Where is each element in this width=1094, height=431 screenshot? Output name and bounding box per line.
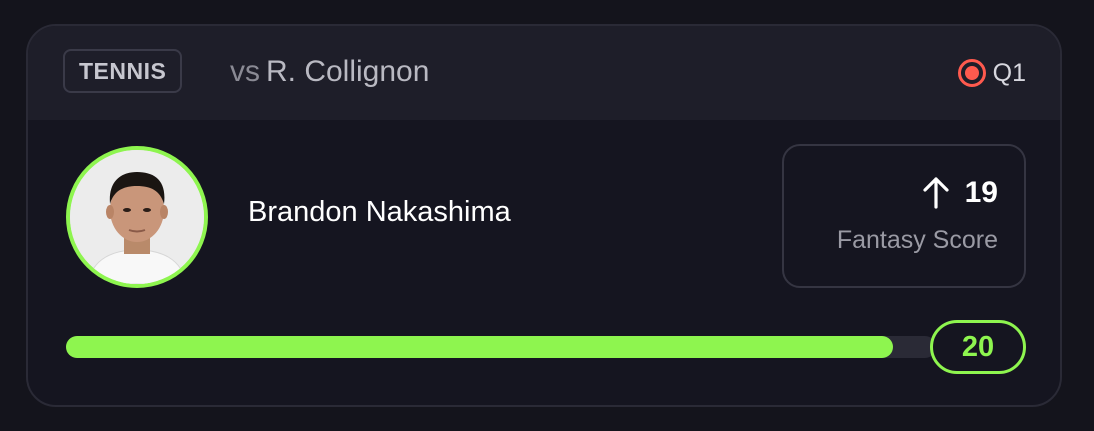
card-header: TENNIS vs R. Collignon Q1 [28, 26, 1060, 120]
fantasy-score-value: 19 [964, 176, 998, 209]
opponent-name: R. Collignon [266, 55, 430, 88]
arrow-up-icon [923, 177, 949, 209]
period-label: Q1 [992, 58, 1026, 87]
live-record-icon [957, 59, 986, 87]
progress-fill [66, 336, 893, 358]
fantasy-score-row: 19 [921, 176, 998, 210]
projection-card[interactable]: TENNIS vs R. Collignon Q1 Brandon Nakash… [26, 24, 1062, 407]
progress-track [66, 336, 936, 358]
fantasy-score-label: Fantasy Score [836, 226, 998, 254]
fantasy-score-box: 19 Fantasy Score [782, 144, 1026, 288]
target-line-pill: 20 [930, 320, 1026, 374]
matchup: vs R. Collignon [230, 52, 429, 92]
vs-label: vs [230, 55, 260, 88]
player-name: Brandon Nakashima [248, 196, 511, 228]
sport-badge: TENNIS [63, 49, 183, 93]
player-avatar [66, 146, 208, 288]
player-headshot-image [70, 150, 204, 284]
live-status: Q1 [957, 56, 1026, 90]
